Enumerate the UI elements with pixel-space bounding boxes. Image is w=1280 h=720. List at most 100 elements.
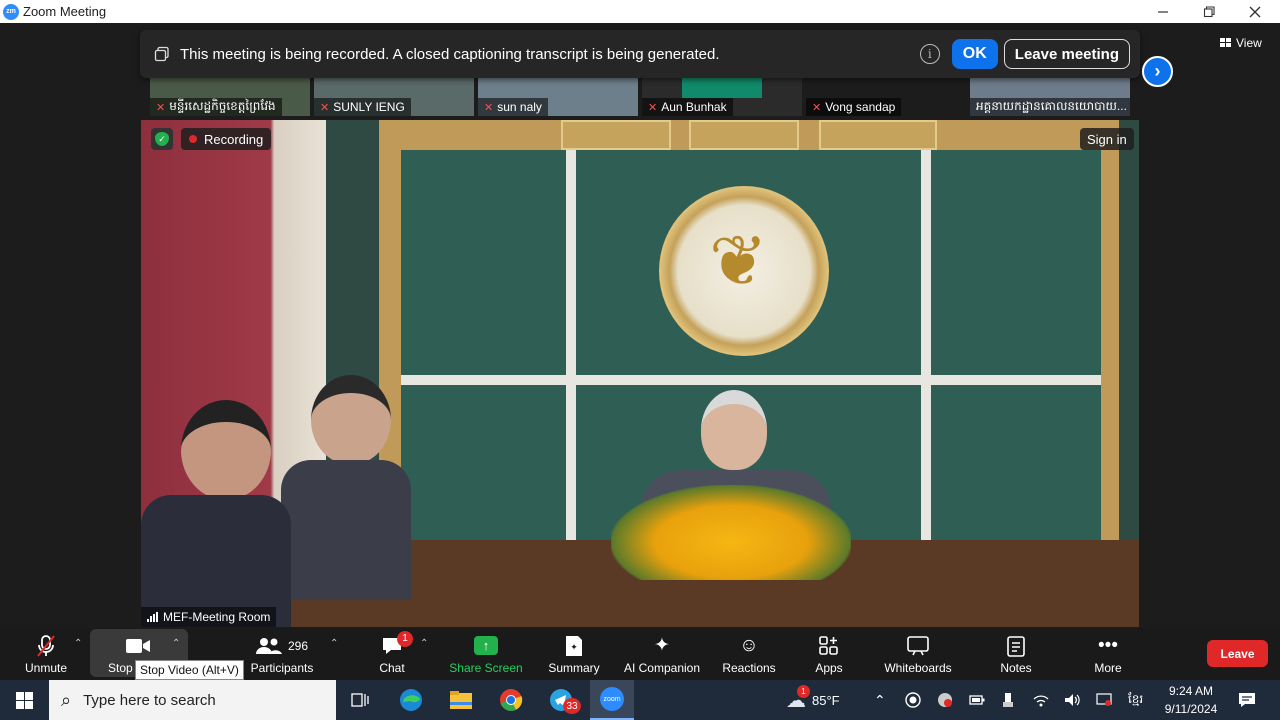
more-dots-icon: ••• <box>1098 634 1118 656</box>
whiteboards-label: Whiteboards <box>884 660 952 675</box>
ai-companion-button[interactable]: ✦ AI Companion <box>620 628 704 680</box>
restore-icon[interactable] <box>1186 0 1232 23</box>
clock-time: 9:24 AM <box>1168 684 1214 698</box>
apps-button[interactable]: Apps <box>808 628 850 680</box>
taskbar-search-box[interactable]: ⌕ Type here to search <box>49 680 336 720</box>
participant-name: ✕ SUNLY IENG <box>314 98 411 116</box>
record-button-icon[interactable] <box>905 680 921 720</box>
wifi-icon[interactable] <box>1033 680 1049 720</box>
task-view-icon[interactable] <box>346 686 374 714</box>
attendee-person <box>281 375 411 600</box>
view-button[interactable]: View <box>1220 36 1262 50</box>
zoom-app-icon: zoom <box>600 687 624 711</box>
close-icon[interactable] <box>1232 0 1278 23</box>
signal-bars-icon <box>147 612 158 622</box>
smiley-icon: ☺ <box>739 634 759 656</box>
stop-video-label: Stop Video <box>108 660 134 675</box>
wall-certificate <box>561 120 671 150</box>
sparkle-icon: ✦ <box>654 635 670 656</box>
video-camera-icon <box>125 634 151 658</box>
whiteboards-button[interactable]: Whiteboards <box>878 628 958 680</box>
more-label: More <box>1094 660 1122 675</box>
apps-label: Apps <box>815 660 843 675</box>
minimize-icon[interactable] <box>1140 0 1186 23</box>
sign-in-button[interactable]: Sign in <box>1080 128 1134 150</box>
wall-certificate <box>689 120 799 150</box>
participant-name: ✕ sun naly <box>478 98 548 116</box>
mic-muted-icon <box>35 634 57 658</box>
wall-certificate <box>819 120 937 150</box>
window-title: Zoom Meeting <box>23 4 107 19</box>
search-icon: ⌕ <box>61 689 72 710</box>
more-button[interactable]: ••• More <box>1086 628 1130 680</box>
leave-button[interactable]: Leave <box>1207 640 1268 667</box>
chat-icon: 1 <box>381 630 413 658</box>
participant-name: ✕ Vong sandap <box>806 98 902 116</box>
cloud-icon: ☁ 1 <box>786 684 810 713</box>
mic-muted-icon: ✕ <box>648 101 658 114</box>
clock-date: 9/11/2024 <box>1164 702 1218 716</box>
share-screen-label: Share Screen <box>449 660 523 675</box>
mic-muted-icon: ✕ <box>812 101 822 114</box>
telegram-badge: 33 <box>563 698 581 714</box>
recording-notice-banner: This meeting is being recorded. A closed… <box>140 30 1140 78</box>
display-alert-icon[interactable] <box>1096 680 1112 720</box>
notes-button[interactable]: Notes <box>994 628 1038 680</box>
search-placeholder: Type here to search <box>83 691 216 709</box>
taskbar-clock[interactable]: 9:24 AM 9/11/2024 <box>1156 682 1226 718</box>
telegram-icon[interactable]: 33 <box>547 686 581 714</box>
windows-start-icon[interactable] <box>0 680 48 720</box>
chat-label: Chat <box>379 660 405 675</box>
view-label: View <box>1236 36 1262 50</box>
ok-button[interactable]: OK <box>951 39 998 69</box>
zoom-taskbar-icon[interactable]: zoom <box>590 680 634 720</box>
windows-taskbar: ⌕ Type here to search 33 zoom ☁1 85°F ⌃ <box>0 680 1280 720</box>
recording-indicator[interactable]: Recording <box>181 128 272 150</box>
participants-count: 296 <box>287 638 309 653</box>
battery-icon[interactable] <box>969 680 985 720</box>
chevron-right-icon[interactable]: › <box>1142 56 1173 87</box>
wall-panel <box>401 150 566 375</box>
file-explorer-icon[interactable] <box>447 686 475 714</box>
attendee-person <box>141 400 291 627</box>
participant-name: ✕ មន្ទីរសេដ្ឋកិច្ចខេត្តព្រៃវែង <box>150 98 282 116</box>
edge-browser-icon[interactable] <box>397 686 425 714</box>
reactions-button[interactable]: ☺ Reactions <box>718 628 780 680</box>
chrome-browser-icon[interactable] <box>497 686 525 714</box>
wall-panel <box>931 150 1101 375</box>
temperature: 85°F <box>812 692 840 708</box>
chat-button[interactable]: 1 Chat <box>370 628 414 680</box>
leave-meeting-button[interactable]: Leave meeting <box>1003 39 1130 69</box>
chevron-up-icon[interactable]: ⌃ <box>420 638 428 649</box>
weather-widget[interactable]: ☁ 1 85°F <box>786 680 840 720</box>
notes-label: Notes <box>1000 660 1032 675</box>
participants-button[interactable]: 296 Participants <box>246 628 318 680</box>
mic-muted-icon: ✕ <box>156 101 166 114</box>
active-speaker-video[interactable]: ❦ <box>141 120 1139 627</box>
share-screen-button[interactable]: ↑ Share Screen <box>446 628 526 680</box>
chevron-up-icon[interactable]: ⌃ <box>172 638 180 649</box>
svg-text:✦: ✦ <box>570 642 578 652</box>
participants-icon: 296 <box>255 634 309 658</box>
usb-icon[interactable] <box>1002 680 1014 720</box>
notification-icon[interactable] <box>1238 680 1256 720</box>
room-name-label: MEF-Meeting Room <box>141 607 277 627</box>
room-name: MEF-Meeting Room <box>163 610 271 624</box>
chevron-up-icon[interactable]: ⌃ <box>74 638 82 649</box>
wall-panel <box>931 385 1101 540</box>
volume-icon[interactable] <box>1064 680 1082 720</box>
security-shield-icon[interactable]: ✓ <box>151 128 173 150</box>
summary-button[interactable]: ✦ Summary <box>544 628 604 680</box>
google-chrome-tray-icon[interactable] <box>937 680 953 720</box>
recording-label: Recording <box>204 131 264 147</box>
language-indicator[interactable]: ខ្មែរ <box>1128 680 1143 720</box>
mic-muted-icon: ✕ <box>484 101 494 114</box>
info-icon[interactable]: i <box>919 44 940 64</box>
ministry-emblem: ❦ <box>659 186 829 356</box>
participant-name: ✕ Aun Bunhak <box>642 98 733 116</box>
chevron-up-icon[interactable]: ⌃ <box>330 638 338 649</box>
summary-icon: ✦ <box>564 634 584 658</box>
apps-icon <box>819 634 839 658</box>
chevron-up-icon[interactable]: ⌃ <box>874 680 886 720</box>
unmute-button[interactable]: Unmute <box>18 628 74 680</box>
